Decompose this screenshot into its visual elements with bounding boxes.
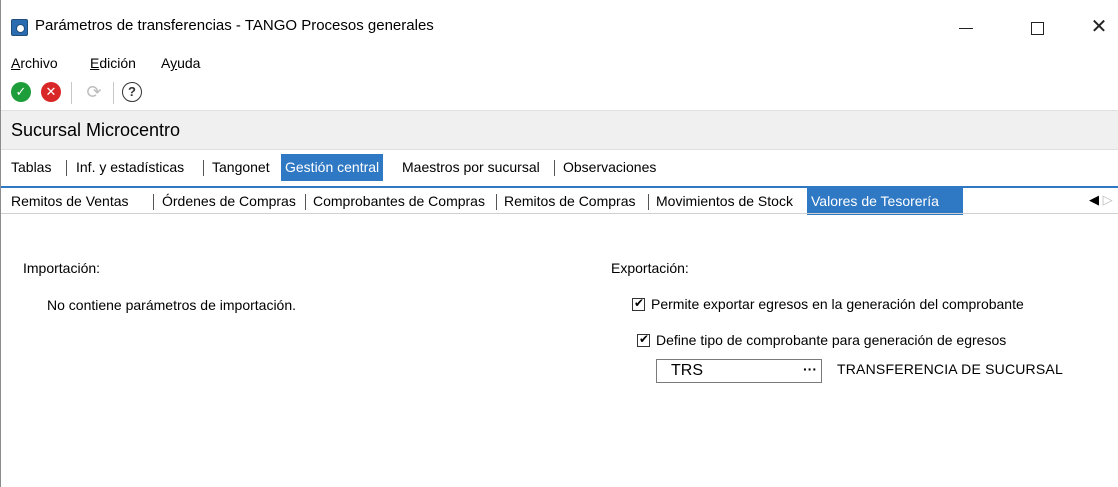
window: Parámetros de transferencias - TANGO Pro… — [0, 0, 1118, 487]
app-icon — [11, 19, 28, 36]
tab-separator — [203, 160, 204, 176]
branch-label: Sucursal Microcentro — [11, 120, 181, 140]
refresh-icon[interactable]: ⟳ — [83, 81, 105, 103]
tab-tangonet[interactable]: Tangonet — [208, 154, 274, 181]
tab-remitos-compras[interactable]: Remitos de Compras — [500, 188, 640, 215]
allow-export-option[interactable]: Permite exportar egresos en la generació… — [632, 296, 1024, 312]
menu-edicion-label: dición — [99, 55, 136, 71]
menu-ayuda[interactable]: Ayuda — [161, 55, 200, 71]
toolbar-separator — [71, 82, 72, 104]
voucher-description: TRANSFERENCIA DE SUCURSAL — [837, 361, 1063, 377]
tab-observaciones[interactable]: Observaciones — [559, 154, 660, 181]
maximize-icon — [1030, 21, 1044, 35]
tab-remitos-ventas[interactable]: Remitos de Ventas — [7, 188, 133, 215]
browse-button[interactable]: ··· — [799, 360, 821, 382]
menu-archivo-accel: A — [11, 55, 21, 71]
tab-valores-tesoreria[interactable]: Valores de Tesorería — [807, 188, 963, 215]
import-message: No contiene parámetros de importación. — [47, 297, 297, 313]
define-type-option[interactable]: Define tipo de comprobante para generaci… — [637, 332, 1006, 348]
minimize-icon — [959, 27, 973, 29]
define-type-checkbox[interactable] — [637, 332, 650, 347]
branch-header: Sucursal Microcentro — [1, 110, 1118, 150]
tab-separator — [153, 194, 154, 210]
tab-separator — [305, 194, 306, 210]
define-type-label: Define tipo de comprobante para generaci… — [656, 332, 1007, 348]
scroll-right-icon[interactable]: ▷ — [1103, 192, 1113, 207]
tab-maestros-por-sucursal[interactable]: Maestros por sucursal — [398, 154, 544, 181]
tab-scroll: ◀ ▷ — [1089, 192, 1113, 208]
help-icon[interactable]: ? — [122, 82, 142, 102]
scroll-left-icon[interactable]: ◀ — [1089, 192, 1099, 207]
close-icon: ✕ — [1090, 16, 1108, 38]
tab-separator — [648, 194, 649, 210]
menu-edicion[interactable]: Edición — [90, 55, 136, 71]
tab-separator — [554, 160, 555, 176]
tab-tablas[interactable]: Tablas — [7, 154, 55, 181]
close-button[interactable]: ✕ — [1079, 10, 1118, 44]
toolbar-separator — [113, 82, 114, 104]
menu-ayuda-pre: A — [161, 55, 171, 71]
allow-export-label: Permite exportar egresos en la generació… — [651, 296, 1024, 312]
check-circle-icon[interactable]: ✓ — [11, 82, 31, 102]
tab-separator — [496, 194, 497, 210]
menu-archivo[interactable]: Archivo — [11, 55, 58, 71]
menu-archivo-label: rchivo — [20, 55, 58, 71]
tab-separator — [66, 160, 67, 176]
maximize-button[interactable] — [1017, 10, 1057, 44]
voucher-code-field[interactable]: TRS ··· — [656, 359, 822, 383]
minimize-button[interactable] — [946, 10, 986, 44]
title-bar: Parámetros de transferencias - TANGO Pro… — [1, 0, 1118, 52]
x-circle-icon[interactable]: ✕ — [41, 82, 61, 102]
voucher-code-value: TRS — [671, 362, 703, 379]
tab-gestion-central[interactable]: Gestión central — [281, 154, 384, 181]
tab-inf-estadisticas[interactable]: Inf. y estadísticas — [72, 154, 188, 181]
tab-ordenes-compras[interactable]: Órdenes de Compras — [158, 188, 300, 215]
tab-movimientos-stock[interactable]: Movimientos de Stock — [652, 188, 797, 215]
import-title: Importación: — [23, 260, 101, 276]
export-title: Exportación: — [611, 260, 689, 276]
toolbar: ✓ ✕ ⟳ ? — [1, 79, 1118, 107]
tab-content-divider — [1, 213, 1118, 214]
window-title: Parámetros de transferencias - TANGO Pro… — [35, 17, 434, 34]
tab-comprobantes-compras[interactable]: Comprobantes de Compras — [309, 188, 489, 215]
menu-bar: Archivo Edición Ayuda — [1, 53, 1118, 75]
menu-edicion-accel: E — [90, 55, 100, 71]
primary-tab-bar: Tablas Inf. y estadísticas Tangonet Gest… — [1, 154, 1118, 181]
secondary-tab-bar: Remitos de Ventas Órdenes de Compras Com… — [1, 186, 1118, 215]
allow-export-checkbox[interactable] — [632, 296, 645, 311]
menu-ayuda-label: uda — [177, 55, 201, 71]
